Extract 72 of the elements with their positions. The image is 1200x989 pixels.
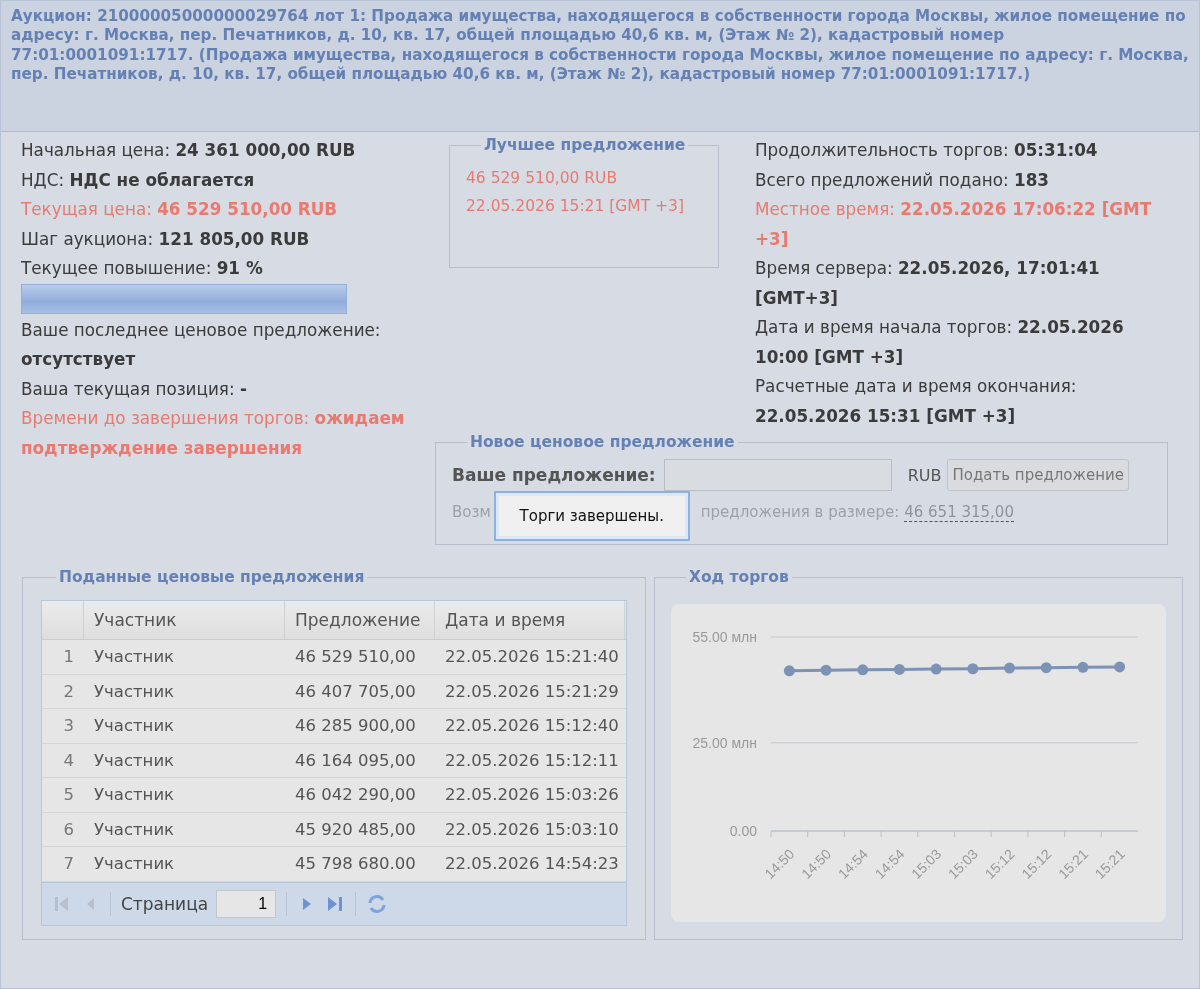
table-cell-text: Участник (93, 853, 176, 876)
column-header[interactable]: Дата и время (435, 601, 625, 639)
info-text: Время сервера: 22.05.2026, 17:01:41 [GMT+3] (755, 257, 1101, 310)
panel-legend: Поданные ценовые предложения (56, 568, 368, 586)
info-text: Расчетные дата и время окончания: 22.05.2026 15:31 [GMT +3] (755, 375, 1078, 428)
table-cell-text: 22.05.2026 14:54:23 (444, 853, 620, 876)
table-cell-text: 22.05.2026 15:03:10 (444, 818, 620, 841)
column-header[interactable]: Предложение (285, 601, 435, 639)
best-offer-time: 22.05.2026 15:21 [GMT +3] (466, 196, 685, 217)
table-cell-text: 46 285 900,00 (294, 715, 417, 738)
table-cell-text: 22.05.2026 15:12:11 (444, 749, 620, 772)
row-number: 5 (62, 784, 75, 807)
info-text: Дата и время начала торгов: 22.05.2026 10:00 [GMT +3] (755, 316, 1125, 369)
table-cell-text: 22.05.2026 15:12:40 (444, 715, 620, 738)
table-cell-text: 22.05.2026 15:21:29 (444, 680, 620, 703)
table-cell-text: Участник (93, 784, 176, 807)
table-cell-text: 45 798 680.00 (294, 853, 417, 876)
row-number: 6 (62, 818, 75, 841)
column-header[interactable]: Участник (84, 601, 285, 639)
row-number: 3 (62, 715, 75, 738)
info-text: Всего предложений подано: 183 (755, 168, 1050, 192)
data-point (967, 663, 979, 675)
data-point (1114, 661, 1126, 673)
data-point (893, 663, 905, 675)
table-cell-text: 22.05.2026 15:21:40 (444, 646, 620, 669)
row-number: 7 (62, 853, 75, 876)
panel-legend: Новое ценовое предложение (467, 433, 738, 451)
table-cell-text: Участник (93, 680, 176, 703)
axis-tick-label: 25.00 млн (692, 734, 757, 751)
page-input[interactable]: 1 (216, 889, 277, 918)
table-cell-text: 46 407 705,00 (294, 680, 417, 703)
data-point (1004, 662, 1016, 674)
data-point (783, 665, 795, 677)
hint-text: Возм (452, 503, 491, 521)
info-text: Продолжительность торгов: 05:31:04 (755, 139, 1099, 162)
table-cell-text: 46 529 510,00 (294, 646, 417, 669)
panel-legend: Ход торгов (686, 568, 792, 586)
best-offer-amount: 46 529 510,00 RUB (466, 168, 619, 189)
bid-label: Ваше предложение: (452, 465, 656, 485)
info-text: Текущая цена: 46 529 510,00 RUB (21, 198, 339, 221)
info-text: Ваша текущая позиция: - (21, 377, 248, 401)
data-point (930, 663, 942, 675)
row-number: 2 (62, 680, 75, 703)
table-cell-text: Участник (93, 818, 176, 841)
table-cell-text: Участник (93, 646, 176, 669)
data-point (1077, 661, 1089, 673)
currency-label: RUB (907, 465, 942, 485)
table-cell-text: 22.05.2026 15:03:26 (444, 784, 620, 807)
table-cell-text: Участник (93, 715, 176, 738)
data-point (820, 664, 832, 676)
data-point (1040, 662, 1052, 674)
row-number: 4 (62, 749, 75, 772)
info-text: НДС: НДС не облагается (21, 168, 256, 192)
auction-title: Аукцион: 21000005000000029764 лот 1: Продажа имущества, находящегося в собственности города Москвы, жилое помещение по адресу: г. Москва, пер. Печатников, д. 10, кв. 17, общей площадью 40,6 кв. м, (Этаж № 2), кадастровый номер 77:01:0001091:1717. (Продажа имущества, находящегося в собственности города Москвы, жилое помещение по адресу: г. Москва, пер. Печатников, д. 10, кв. 17, общей площадью 40,6 кв. м, (Этаж № 2), кадастровый номер 77:01:0001091:1717.) (11, 7, 1189, 85)
panel-legend: Лучшее предложение (481, 136, 689, 154)
info-text: Начальная цена: 24 361 000,00 RUB (21, 139, 357, 162)
info-text: Времени до завершения торгов: ожидаем подтверждение завершения (21, 407, 406, 460)
table-cell-text: 45 920 485,00 (294, 818, 417, 841)
data-point (857, 664, 869, 676)
row-number: 1 (62, 646, 75, 669)
table-cell-text: Участник (93, 749, 176, 772)
info-text: Шаг аукциона: 121 805,00 RUB (21, 227, 311, 251)
info-text: Текущее повышение: 91 % (21, 257, 264, 280)
axis-tick-label: 55.00 млн (692, 629, 757, 645)
page-label: Страница (121, 893, 209, 914)
popup-message: Торги завершены. (519, 507, 664, 525)
table-cell-text: 46 042 290,00 (294, 784, 417, 807)
axis-tick-label: 0.00 (729, 823, 757, 839)
hint-text: предложения в размере: (700, 503, 900, 521)
info-text: Ваше последнее ценовое предложение: отсутствует (21, 318, 382, 371)
info-text: Местное время: 22.05.2026 17:06:22 [GMT +3] (755, 198, 1153, 251)
table-cell-text: 46 164 095,00 (294, 749, 417, 772)
